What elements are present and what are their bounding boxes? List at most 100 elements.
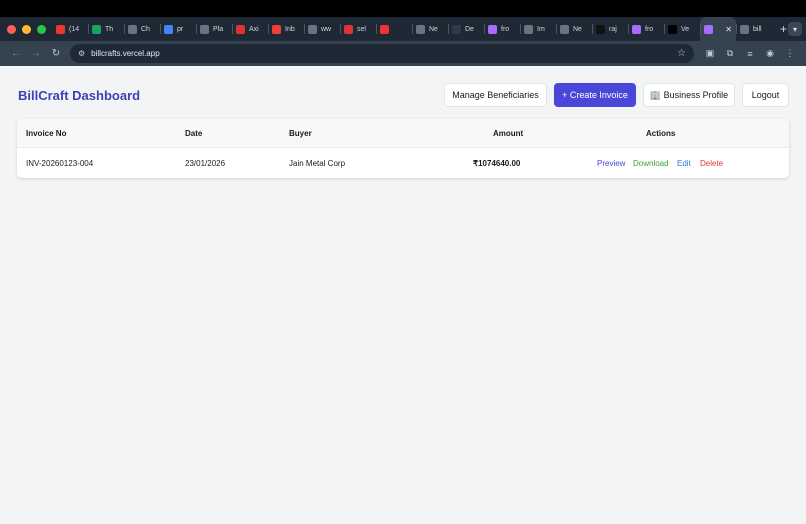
tab-label: bill <box>753 25 762 33</box>
browser-tab[interactable]: raj <box>592 17 628 41</box>
address-toolbar: ← → ↻ ⚙ billcrafts.vercel.app ☆ ▣ ⧉ ≡ ◉ … <box>0 41 806 66</box>
vite-icon <box>488 24 497 34</box>
page-title: BillCraft Dashboard <box>18 88 141 103</box>
back-icon[interactable]: ← <box>6 48 26 59</box>
reading-list-icon[interactable]: ≡ <box>744 49 756 59</box>
vite-icon <box>632 24 641 34</box>
tab-label: ww <box>321 25 332 33</box>
invoice-table: Invoice No Date Buyer Amount Actions INV… <box>17 119 789 178</box>
browser-tab[interactable]: Inb <box>268 17 304 41</box>
tab-label: Ch <box>141 25 150 33</box>
reload-icon[interactable]: ↻ <box>46 48 66 59</box>
browser-tab[interactable]: Th <box>88 17 124 41</box>
column-header-amount: Amount <box>493 128 524 138</box>
browser-tab[interactable]: sel <box>340 17 376 41</box>
gmail-icon <box>272 24 281 34</box>
column-header-buyer: Buyer <box>289 128 312 138</box>
tab-label: sel <box>357 25 366 33</box>
close-tab-icon[interactable]: ✕ <box>725 25 732 34</box>
globe-icon <box>200 24 209 34</box>
address-bar[interactable]: ⚙ billcrafts.vercel.app ☆ <box>70 44 694 63</box>
chrome-icon <box>560 24 569 34</box>
browser-tab[interactable]: Ne <box>412 17 448 41</box>
vite-icon <box>704 24 713 34</box>
date-cell: 23/01/2026 <box>185 158 226 168</box>
forward-icon[interactable]: → <box>26 48 46 59</box>
tab-label: Ne <box>573 25 582 33</box>
screen-top-bar <box>0 0 806 17</box>
menu-icon[interactable]: ⋮ <box>784 48 796 59</box>
browser-tab[interactable]: Ch <box>124 17 160 41</box>
tab-label: (14 <box>69 25 80 33</box>
vercel-icon <box>668 24 677 34</box>
column-header-actions: Actions <box>646 128 676 138</box>
google-icon <box>164 24 173 34</box>
manage-beneficiaries-button[interactable]: Manage Beneficiaries <box>444 83 547 107</box>
browser-tab[interactable]: Pla <box>196 17 232 41</box>
browser-tab[interactable] <box>376 17 412 41</box>
edit-link[interactable]: Edit <box>677 148 691 178</box>
globe-icon <box>308 24 317 34</box>
create-invoice-button[interactable]: + Create Invoice <box>554 83 636 107</box>
tab-label: Axi <box>249 25 259 33</box>
profile-icon[interactable]: ◉ <box>764 48 776 59</box>
chatgpt-icon <box>128 24 137 34</box>
tab-label: De <box>465 25 474 33</box>
business-profile-button[interactable]: 🏢 Business Profile <box>643 83 735 107</box>
table-header: Invoice No Date Buyer Amount Actions <box>17 119 789 148</box>
tab-list: (14 Th Ch pr Pla Axi Inb ww sel Ne De fro Im Ne raj fro… <box>52 17 772 41</box>
download-link[interactable]: Download <box>633 148 669 178</box>
amount-cell: ₹1074640.00 <box>473 158 521 168</box>
browser-tab[interactable]: pr <box>160 17 196 41</box>
browser-tab[interactable]: (14 <box>52 17 88 41</box>
preview-link[interactable]: Preview <box>597 148 625 178</box>
tab-label: Ve <box>681 25 690 33</box>
minimize-window-button[interactable] <box>22 24 31 34</box>
browser-tab[interactable]: fro <box>628 17 664 41</box>
browser-tab[interactable]: bill <box>736 17 772 41</box>
a-icon <box>344 24 353 34</box>
tab-active[interactable]: ✕ <box>700 17 736 41</box>
column-header-date: Date <box>185 128 203 138</box>
browser-tab[interactable]: Im <box>520 17 556 41</box>
tab-label: fro <box>501 25 510 33</box>
browser-tab[interactable]: Axi <box>232 17 268 41</box>
browser-tab[interactable]: Ve <box>664 17 700 41</box>
invoice-number-cell: INV-20260123-004 <box>26 158 94 168</box>
url-text[interactable]: billcrafts.vercel.app <box>91 49 159 58</box>
browser-tab[interactable]: fro <box>484 17 520 41</box>
tab-label: Th <box>105 25 114 33</box>
tab-label: Ne <box>429 25 438 33</box>
browser-tab-strip: (14 Th Ch pr Pla Axi Inb ww sel Ne De fro Im Ne raj fro… <box>0 17 806 41</box>
a-icon <box>236 24 245 34</box>
tab-search-button[interactable]: ▾ <box>788 22 802 36</box>
extensions-area: ▣ ⧉ ≡ ◉ ⋮ <box>704 48 796 59</box>
d-icon <box>452 24 461 34</box>
window-controls <box>0 24 52 34</box>
bookmark-star-icon[interactable]: ☆ <box>677 48 686 59</box>
browser-tab[interactable]: Ne <box>556 17 592 41</box>
puzzle-icon[interactable]: ⧉ <box>724 48 736 59</box>
extension-icon[interactable]: ▣ <box>704 48 716 59</box>
browser-tab[interactable]: De <box>448 17 484 41</box>
tab-label: Inb <box>285 25 295 33</box>
globe-icon <box>740 24 749 34</box>
browser-tab[interactable]: ww <box>304 17 340 41</box>
column-header-invoice-no: Invoice No <box>26 128 67 138</box>
tab-label: Im <box>537 25 545 33</box>
page-content: BillCraft Dashboard Manage Beneficiaries… <box>0 66 806 524</box>
globe-icon <box>416 24 425 34</box>
delete-link[interactable]: Delete <box>700 148 723 178</box>
tab-label: pr <box>177 25 184 33</box>
tab-label: fro <box>645 25 654 33</box>
maximize-window-button[interactable] <box>37 24 46 34</box>
github-icon <box>596 24 605 34</box>
youtube-icon <box>380 24 389 34</box>
site-info-icon[interactable]: ⚙ <box>78 49 85 58</box>
logout-button[interactable]: Logout <box>742 83 789 107</box>
buyer-cell: Jain Metal Corp <box>289 158 346 168</box>
tab-label: raj <box>609 25 617 33</box>
close-window-button[interactable] <box>7 24 16 34</box>
sheets-icon <box>92 24 101 34</box>
tab-label: Pla <box>213 25 224 33</box>
